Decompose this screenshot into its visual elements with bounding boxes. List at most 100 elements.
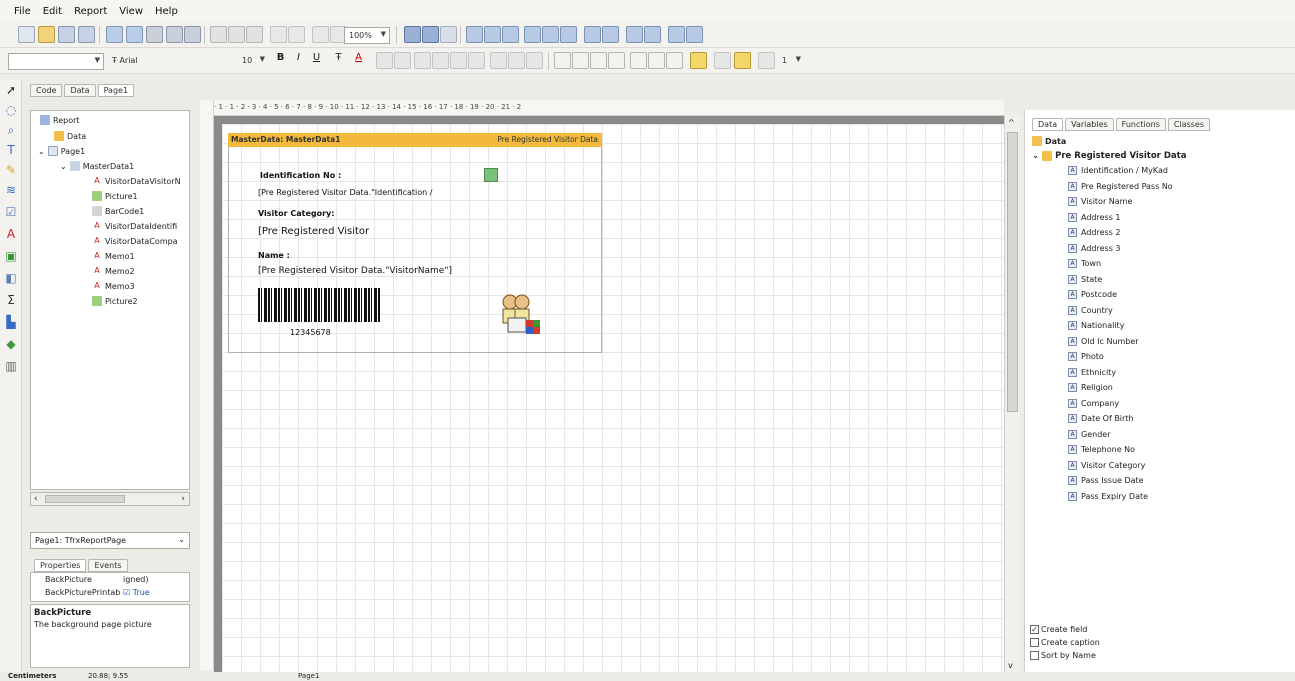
- barcode[interactable]: [258, 288, 380, 322]
- zoom-tool-icon[interactable]: ⌕: [3, 122, 19, 138]
- field-item[interactable]: A Gender: [1068, 429, 1110, 439]
- format-painter-icon[interactable]: ✎: [3, 162, 19, 178]
- new-page-icon[interactable]: [126, 26, 143, 43]
- font-color-icon[interactable]: A: [350, 52, 367, 69]
- frame-top-icon[interactable]: [554, 52, 571, 69]
- text-middle-icon[interactable]: [508, 52, 525, 69]
- category-label[interactable]: Visitor Category:: [258, 209, 334, 218]
- field-item[interactable]: A Telephone No: [1068, 445, 1135, 454]
- field-item[interactable]: A Old Ic Number: [1068, 336, 1139, 346]
- field-item[interactable]: A Visitor Name: [1068, 197, 1132, 206]
- band-header[interactable]: MasterData: MasterData1 Pre Registered V…: [228, 133, 602, 147]
- tree-node-masterdata[interactable]: ⌄ MasterData1: [60, 161, 134, 171]
- field-item[interactable]: A Pre Registered Pass No: [1068, 181, 1173, 191]
- field-item[interactable]: A Pass Issue Date: [1068, 476, 1144, 485]
- tree-horizontal-scrollbar[interactable]: ‹ ›: [30, 492, 190, 506]
- save-icon[interactable]: [58, 26, 75, 43]
- cut-icon[interactable]: [210, 26, 227, 43]
- category-memo[interactable]: [Pre Registered Visitor: [258, 226, 369, 237]
- align-right-icon[interactable]: [502, 26, 519, 43]
- new-icon[interactable]: [18, 26, 35, 43]
- chart-tool-icon[interactable]: ▙: [3, 314, 19, 330]
- tree-node-data[interactable]: Data: [54, 131, 86, 141]
- fill-editor-icon[interactable]: [714, 52, 731, 69]
- field-item[interactable]: A Company: [1068, 398, 1119, 408]
- group-icon[interactable]: [312, 26, 329, 43]
- object-selector-combo[interactable]: Page1: TfrxReportPage ⌄: [30, 532, 190, 549]
- field-item[interactable]: A Photo: [1068, 352, 1104, 361]
- field-item[interactable]: A Nationality: [1068, 321, 1124, 330]
- copy-icon[interactable]: [228, 26, 245, 43]
- chevron-right-icon[interactable]: ›: [181, 494, 185, 504]
- align-top-icon[interactable]: [524, 26, 541, 43]
- field-item[interactable]: A Visitor Category: [1068, 460, 1145, 470]
- page-settings-icon[interactable]: [184, 26, 201, 43]
- text-align-right-icon[interactable]: [450, 52, 467, 69]
- chevron-down-icon[interactable]: v: [1008, 661, 1013, 670]
- sort-by-name-checkbox[interactable]: Sort by Name: [1030, 651, 1096, 660]
- sum-tool-icon[interactable]: Σ: [3, 292, 19, 308]
- preview-icon[interactable]: [78, 26, 95, 43]
- same-height-icon[interactable]: [686, 26, 703, 43]
- tab-data[interactable]: Data: [64, 84, 96, 97]
- fit-grid-icon[interactable]: [440, 26, 457, 43]
- menu-file[interactable]: File: [8, 6, 37, 17]
- memo-tool-icon[interactable]: A: [3, 226, 19, 242]
- same-width-icon[interactable]: [668, 26, 685, 43]
- tab-code[interactable]: Code: [30, 84, 63, 97]
- undo-icon[interactable]: [270, 26, 287, 43]
- tree-node-child[interactable]: Picture1: [92, 191, 138, 201]
- menu-help[interactable]: Help: [149, 6, 184, 17]
- field-item[interactable]: A Address 3: [1068, 243, 1121, 253]
- frame-none-icon[interactable]: [648, 52, 665, 69]
- text-align-center-icon[interactable]: [432, 52, 449, 69]
- frame-width-combo[interactable]: 1 ▼: [778, 53, 804, 70]
- picture-tool-icon[interactable]: ▣: [3, 248, 19, 264]
- fill-color-icon[interactable]: [690, 52, 707, 69]
- barcode-tool-icon[interactable]: ▥: [3, 358, 19, 374]
- space-vertical-icon[interactable]: [602, 26, 619, 43]
- align-bottom-icon[interactable]: [560, 26, 577, 43]
- property-value[interactable]: ☑ True: [123, 588, 150, 597]
- tree-node-child[interactable]: BarCode1: [92, 206, 144, 216]
- tree-node-child[interactable]: A Memo3: [92, 281, 134, 291]
- field-item[interactable]: A Postcode: [1068, 290, 1117, 299]
- name-label[interactable]: Name :: [258, 251, 290, 260]
- center-horizontal-icon[interactable]: [626, 26, 643, 43]
- tab-functions[interactable]: Functions: [1115, 118, 1166, 131]
- frame-left-icon[interactable]: [590, 52, 607, 69]
- style-combo[interactable]: ▼: [8, 53, 104, 70]
- tree-node-child[interactable]: Picture2: [92, 296, 138, 306]
- field-item[interactable]: A Address 1: [1068, 212, 1121, 222]
- field-item[interactable]: A Ethnicity: [1068, 367, 1116, 377]
- scroll-thumb[interactable]: [1007, 132, 1018, 412]
- chevron-up-icon[interactable]: ^: [1008, 118, 1015, 127]
- text-align-left-icon[interactable]: [414, 52, 431, 69]
- highlight-rule-icon[interactable]: [376, 52, 393, 69]
- font-name-combo[interactable]: Ŧ Arial: [108, 53, 226, 70]
- tree-node-child[interactable]: A VisitorDataCompa: [92, 236, 177, 246]
- scroll-thumb[interactable]: [45, 495, 125, 503]
- tree-node-child[interactable]: A Memo1: [92, 251, 134, 261]
- frame-style-icon[interactable]: [758, 52, 775, 69]
- create-caption-checkbox[interactable]: Create caption: [1030, 638, 1100, 647]
- workspace-vertical-scrollbar[interactable]: ^ v: [1004, 116, 1020, 672]
- open-icon[interactable]: [38, 26, 55, 43]
- bold-icon[interactable]: B: [272, 52, 289, 69]
- show-grid-icon[interactable]: [404, 26, 421, 43]
- align-left-icon[interactable]: [466, 26, 483, 43]
- tree-node-page1[interactable]: ⌄ Page1: [38, 146, 85, 156]
- visitor-picture-icon[interactable]: [498, 292, 544, 336]
- frame-bottom-icon[interactable]: [572, 52, 589, 69]
- font-size-combo[interactable]: 10 ▼: [238, 53, 268, 70]
- tab-data-tree[interactable]: Data: [1032, 118, 1064, 131]
- units-label[interactable]: Centimeters: [8, 672, 56, 680]
- underline-icon[interactable]: U: [308, 52, 325, 69]
- zoom-combo[interactable]: 100% ▼: [344, 27, 390, 44]
- create-field-checkbox[interactable]: ✓ Create field: [1030, 625, 1087, 634]
- redo-icon[interactable]: [288, 26, 305, 43]
- field-item[interactable]: A Town: [1068, 259, 1101, 268]
- frame-right-icon[interactable]: [608, 52, 625, 69]
- property-value[interactable]: igned): [123, 575, 149, 584]
- menu-view[interactable]: View: [113, 6, 149, 17]
